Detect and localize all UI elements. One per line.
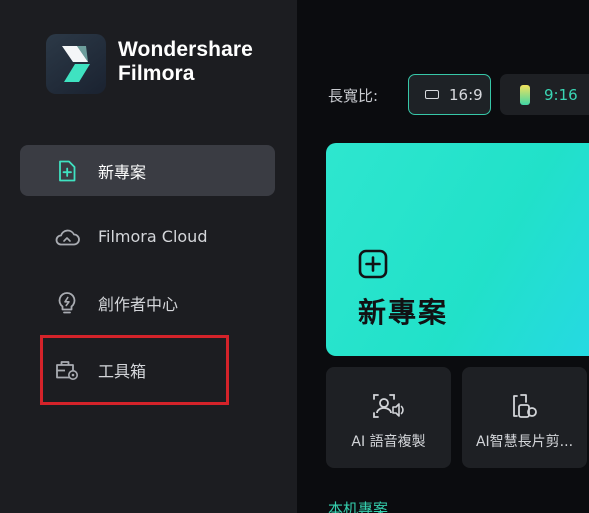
tool-ai-smart-cut[interactable]: AI智慧長片剪... <box>462 367 587 468</box>
sidebar: Wondershare Filmora 新專案 Filmora Cloud 創作… <box>0 0 297 513</box>
brand-line-1: Wondershare <box>118 38 253 61</box>
sidebar-item-label: Filmora Cloud <box>98 227 208 246</box>
sidebar-item-label: 創作者中心 <box>98 294 179 314</box>
new-project-card[interactable]: 新專案 <box>326 143 589 356</box>
sidebar-item-label: 新專案 <box>98 162 147 182</box>
highlight-annotation <box>40 335 229 405</box>
brand-line-2: Filmora <box>118 62 195 85</box>
brand-name: Wondershare Filmora <box>118 38 253 86</box>
landscape-ratio-icon <box>425 90 439 99</box>
aspect-ratio-9-16-button[interactable]: 9:16 <box>500 74 589 115</box>
sidebar-item-new-project[interactable]: 新專案 <box>20 145 275 196</box>
new-project-icon <box>54 158 80 184</box>
aspect-ratio-option-label: 16:9 <box>449 85 483 104</box>
aspect-ratio-option-label: 9:16 <box>544 85 578 104</box>
filmora-logo-icon <box>46 34 106 94</box>
lightbulb-icon <box>54 290 80 316</box>
new-project-title: 新專案 <box>358 296 449 329</box>
main-panel: 長寬比: 16:9 9:16 新專案 AI 語音複製 AI智慧長片剪... 本机… <box>297 0 589 513</box>
sidebar-item-creator-center[interactable]: 創作者中心 <box>20 277 275 328</box>
tool-label: AI 語音複製 <box>351 434 426 450</box>
tool-label: AI智慧長片剪... <box>475 434 574 450</box>
smart-cut-icon <box>510 391 540 421</box>
cloud-icon <box>54 224 80 250</box>
plus-square-icon <box>358 249 388 279</box>
voice-clone-icon <box>372 391 406 421</box>
aspect-ratio-16-9-button[interactable]: 16:9 <box>408 74 491 115</box>
portrait-ratio-icon <box>520 84 530 105</box>
aspect-ratio-label: 長寬比: <box>328 87 379 105</box>
local-projects-heading: 本机專案 <box>328 500 389 513</box>
tool-ai-voice-clone[interactable]: AI 語音複製 <box>326 367 451 468</box>
sidebar-item-filmora-cloud[interactable]: Filmora Cloud <box>20 211 275 262</box>
